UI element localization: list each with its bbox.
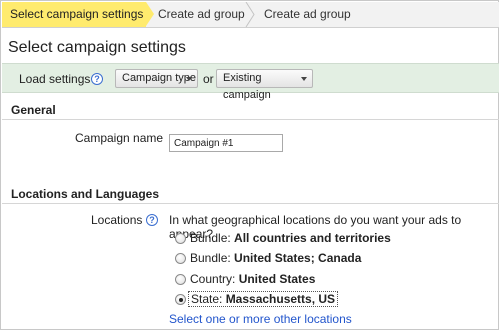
radio-button[interactable] [175, 233, 186, 244]
radio-button[interactable] [175, 274, 186, 285]
chevron-right-icon [245, 2, 255, 27]
campaign-type-label: Campaign type [122, 72, 196, 84]
steps-bar: Select campaign settings Create ad group… [2, 2, 499, 28]
locations-label: Locations [91, 213, 143, 227]
step-create-ad-group[interactable]: Create ad group [158, 2, 245, 27]
load-settings-bar: Load settings ? Campaign type or Existin… [2, 63, 499, 101]
active-step-arrow [146, 2, 154, 26]
caret-down-icon [301, 77, 307, 81]
question-circle-icon[interactable]: ? [91, 73, 103, 85]
step-create-ad-group-2[interactable]: Create ad group [264, 2, 351, 27]
radio-button[interactable] [175, 253, 186, 264]
existing-campaign-label: Existing campaign [223, 72, 271, 101]
question-circle-icon[interactable]: ? [146, 214, 158, 226]
existing-campaign-dropdown[interactable]: Existing campaign [216, 69, 313, 101]
general-section-header: General [2, 100, 499, 120]
locations-languages-section-header: Locations and Languages [2, 184, 499, 204]
caret-down-icon [186, 77, 192, 81]
campaign-type-dropdown[interactable]: Campaign type [115, 69, 198, 88]
window-frame: Select campaign settings Create ad group… [0, 0, 499, 330]
location-option-label: Bundle: All countries and territories [190, 231, 391, 245]
campaign-name-input[interactable] [169, 134, 283, 152]
location-option-label: Bundle: United States; Canada [190, 251, 362, 265]
campaign-name-label: Campaign name [75, 131, 164, 145]
location-option-label: State: Massachusetts, US [188, 291, 339, 307]
other-locations-link[interactable]: Select one or more other locations [169, 312, 352, 326]
page-title: Select campaign settings [8, 39, 186, 56]
or-text: or [203, 72, 214, 86]
location-option-label: Country: United States [190, 272, 316, 286]
step-select-campaign-settings[interactable]: Select campaign settings [2, 2, 146, 27]
radio-button-selected[interactable] [175, 294, 186, 305]
load-settings-label: Load settings [19, 72, 91, 86]
